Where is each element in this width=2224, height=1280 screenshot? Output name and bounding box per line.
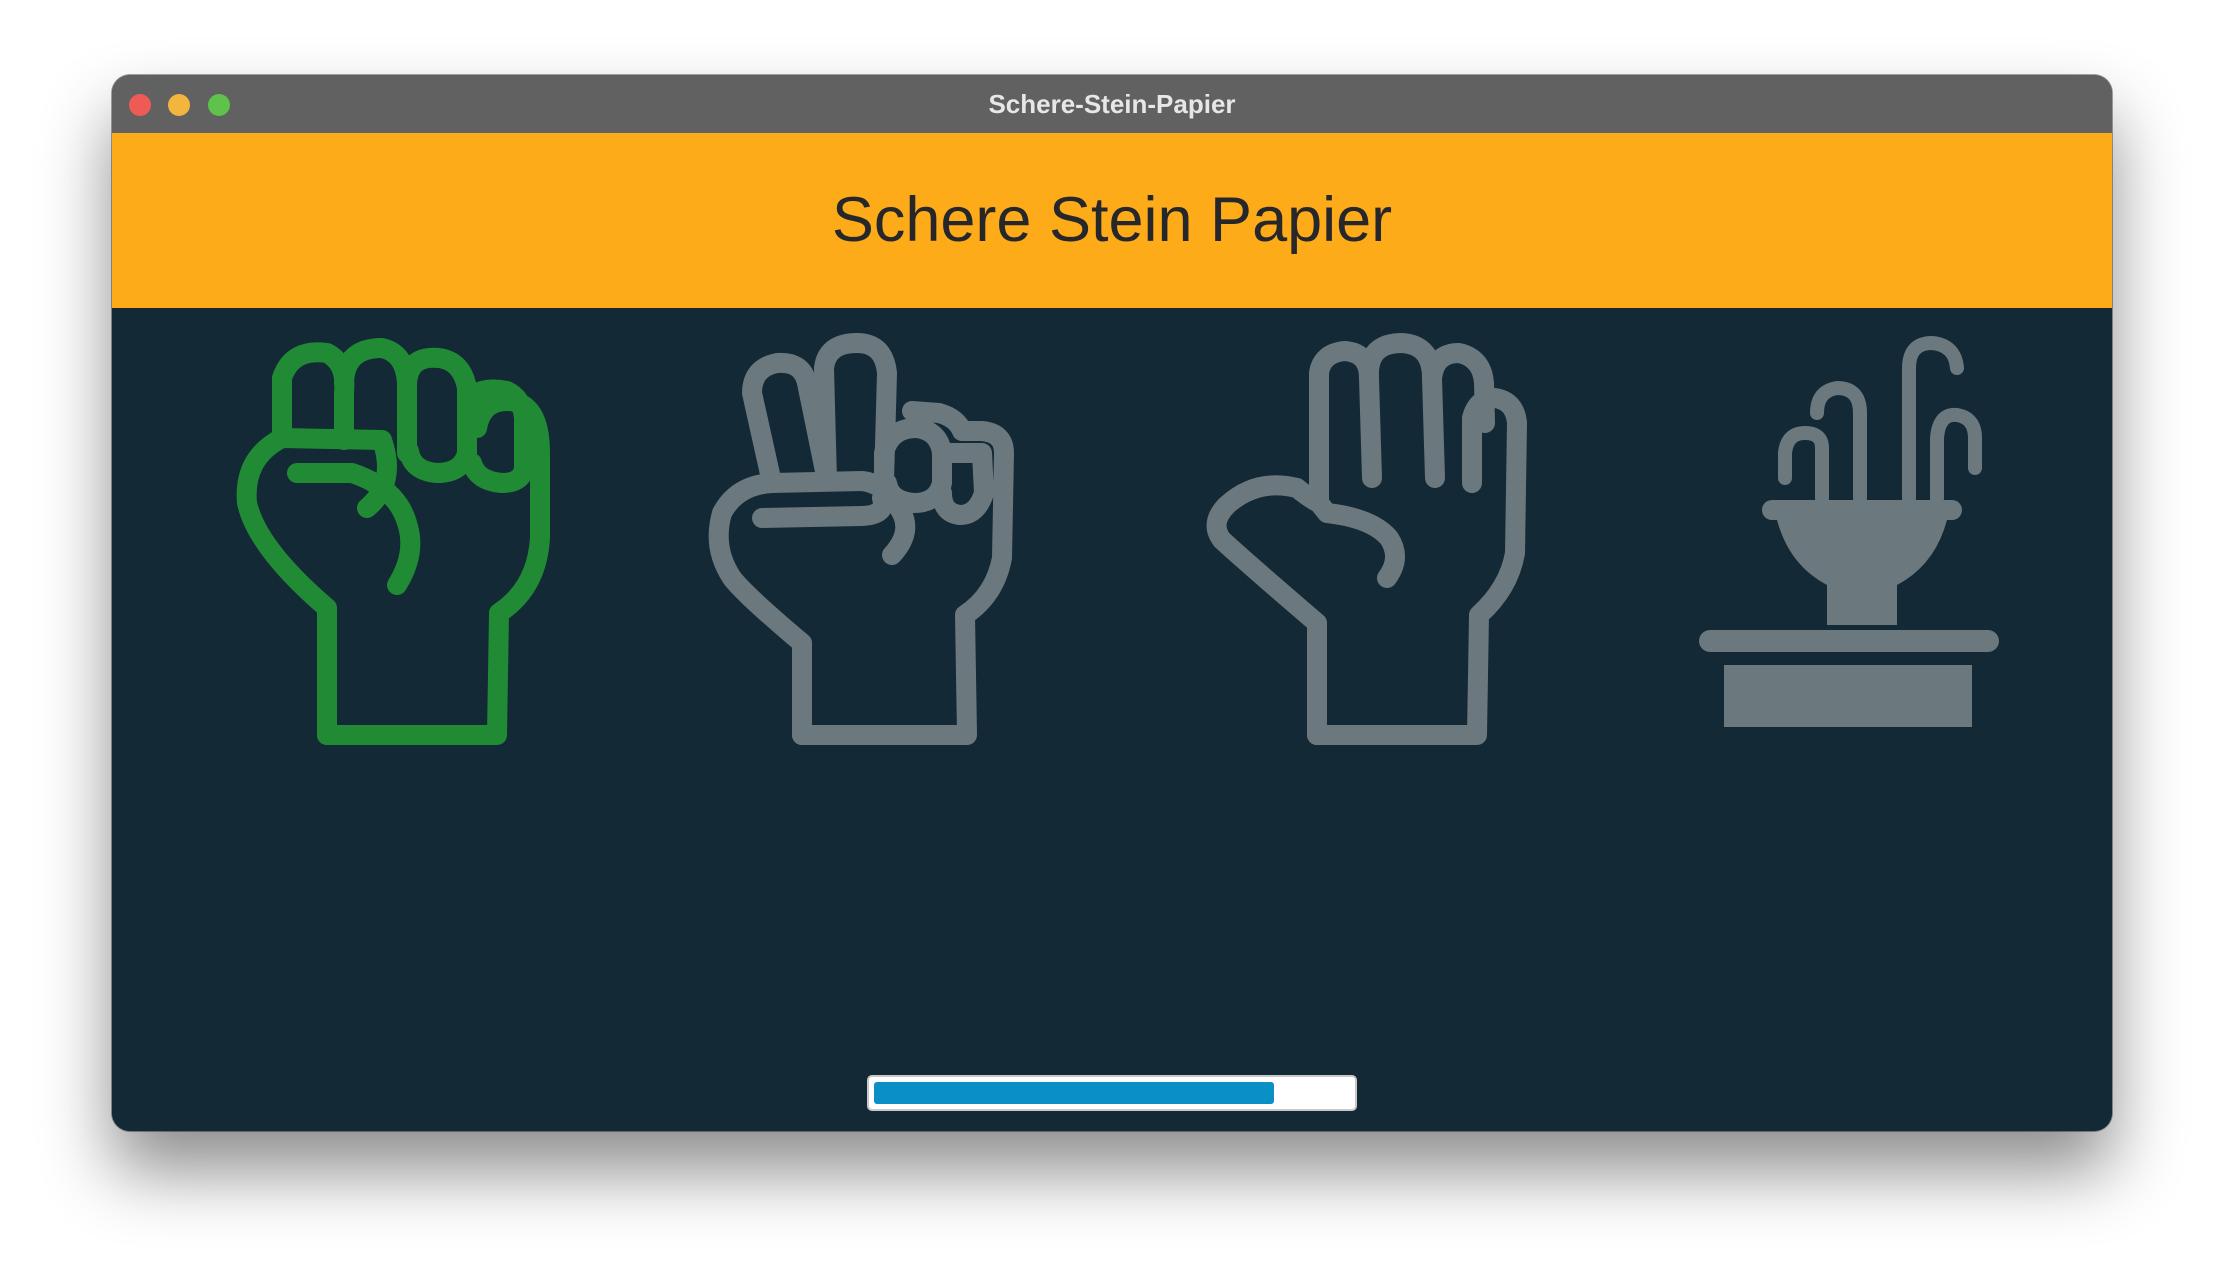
page-title: Schere Stein Papier xyxy=(831,185,1393,255)
choice-papier-button[interactable] xyxy=(1177,333,1577,753)
fountain-icon xyxy=(1699,335,1999,727)
title-bar: Schere-Stein-Papier xyxy=(112,75,2112,133)
fist-icon xyxy=(236,338,550,745)
choice-stein-button[interactable] xyxy=(177,333,577,753)
open-hand-icon xyxy=(1206,333,1527,745)
app-window: Schere-Stein-Papier Schere Stein Papier xyxy=(112,75,2112,1131)
game-area xyxy=(112,308,2112,1131)
progress-bar-fill xyxy=(874,1082,1274,1104)
app-header: Schere Stein Papier xyxy=(112,133,2112,308)
window-title: Schere-Stein-Papier xyxy=(988,89,1236,119)
choice-brunnen-button[interactable] xyxy=(1677,333,2077,753)
victory-hand-icon xyxy=(708,333,1014,745)
progress-bar xyxy=(867,1075,1357,1111)
choice-schere-button[interactable] xyxy=(677,333,1077,753)
